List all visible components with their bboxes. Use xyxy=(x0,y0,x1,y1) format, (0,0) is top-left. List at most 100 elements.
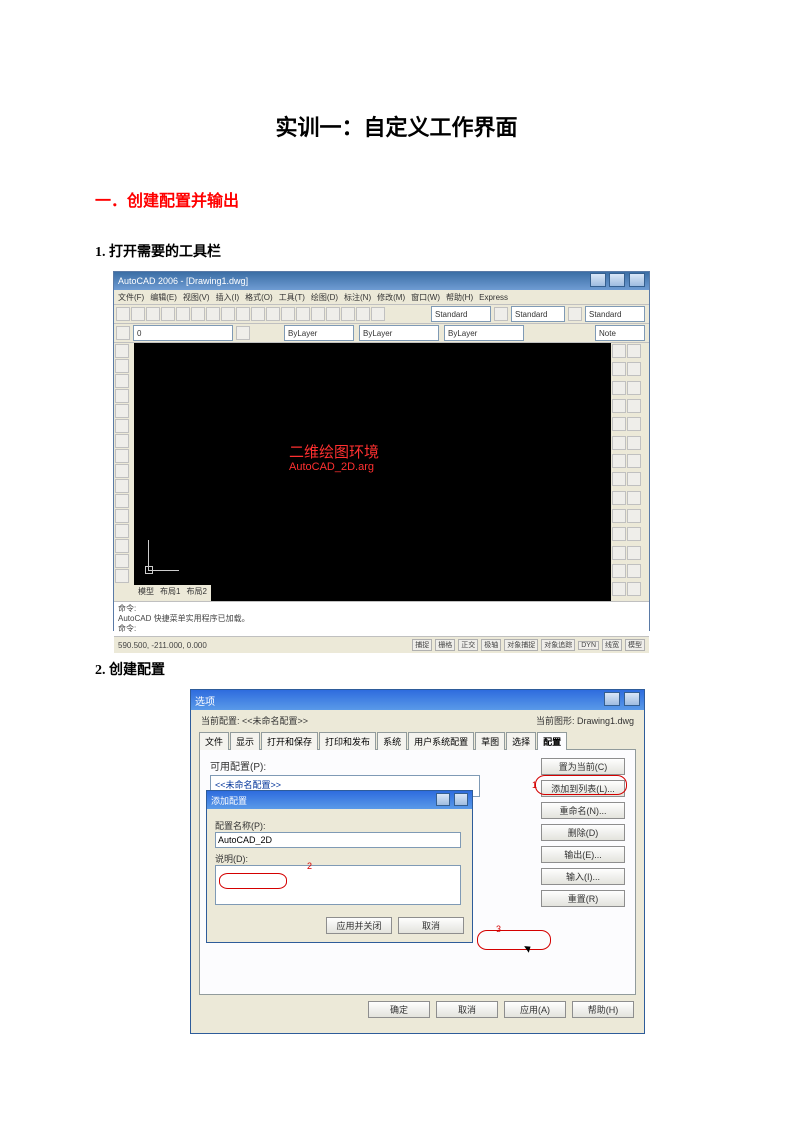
spline-icon[interactable] xyxy=(115,464,129,478)
erase-icon[interactable] xyxy=(612,344,626,358)
tool-icon[interactable] xyxy=(568,307,582,321)
tab-opensave[interactable]: 打开和保存 xyxy=(261,732,318,750)
menu-item[interactable]: 格式(O) xyxy=(245,292,273,303)
pline-icon[interactable] xyxy=(115,374,129,388)
dim-icon[interactable] xyxy=(612,582,626,596)
lwt-toggle[interactable]: 线宽 xyxy=(602,639,622,651)
tab-selection[interactable]: 选择 xyxy=(506,732,536,750)
menu-item[interactable]: 视图(V) xyxy=(183,292,210,303)
dim-icon[interactable] xyxy=(612,527,626,541)
tool-icon[interactable] xyxy=(341,307,355,321)
join-icon[interactable] xyxy=(612,454,626,468)
tool-icon[interactable] xyxy=(146,307,160,321)
tool-icon[interactable] xyxy=(116,326,130,340)
tab-files[interactable]: 文件 xyxy=(199,732,229,750)
tab-print[interactable]: 打印和发布 xyxy=(319,732,376,750)
set-current-button[interactable]: 置为当前(C) xyxy=(541,758,625,775)
tab-drafting[interactable]: 草图 xyxy=(475,732,505,750)
tool-icon[interactable] xyxy=(311,307,325,321)
offset-icon[interactable] xyxy=(627,362,641,376)
trim-icon[interactable] xyxy=(627,417,641,431)
tool-icon[interactable] xyxy=(116,307,130,321)
explode-icon[interactable] xyxy=(627,472,641,486)
tool-icon[interactable] xyxy=(326,307,340,321)
reset-button[interactable]: 重置(R) xyxy=(541,890,625,907)
tool-icon[interactable] xyxy=(281,307,295,321)
polygon-icon[interactable] xyxy=(115,389,129,403)
tool-icon[interactable] xyxy=(131,307,145,321)
menu-item[interactable]: Express xyxy=(479,293,508,302)
menu-item[interactable]: 绘图(D) xyxy=(311,292,338,303)
menu-item[interactable]: 帮助(H) xyxy=(446,292,473,303)
text-icon[interactable] xyxy=(115,569,129,583)
export-button[interactable]: 输出(E)... xyxy=(541,846,625,863)
help-icon[interactable] xyxy=(604,692,620,706)
rename-button[interactable]: 重命名(N)... xyxy=(541,802,625,819)
dim-icon[interactable] xyxy=(627,582,641,596)
close-icon[interactable] xyxy=(624,692,640,706)
xline-icon[interactable] xyxy=(115,359,129,373)
break-icon[interactable] xyxy=(627,436,641,450)
window-controls[interactable] xyxy=(603,692,640,709)
modify-toolbar[interactable] xyxy=(611,343,649,601)
delete-button[interactable]: 删除(D) xyxy=(541,824,625,841)
window-controls[interactable] xyxy=(589,273,645,289)
tool-icon[interactable] xyxy=(251,307,265,321)
dim-icon[interactable] xyxy=(627,527,641,541)
arc-icon[interactable] xyxy=(115,419,129,433)
options-tabs[interactable]: 文件 显示 打开和保存 打印和发布 系统 用户系统配置 草图 选择 配置 xyxy=(199,731,636,750)
tab-model[interactable]: 模型 xyxy=(138,586,154,600)
standard-toolbar[interactable]: Standard Standard Standard xyxy=(114,305,649,324)
menu-item[interactable]: 窗口(W) xyxy=(411,292,440,303)
line-icon[interactable] xyxy=(115,344,129,358)
snap-toggle[interactable]: 捕捉 xyxy=(412,639,432,651)
dim-icon[interactable] xyxy=(612,546,626,560)
maximize-icon[interactable] xyxy=(609,273,625,287)
point-icon[interactable] xyxy=(115,524,129,538)
otrack-toggle[interactable]: 对象追踪 xyxy=(541,639,575,651)
array-icon[interactable] xyxy=(612,381,626,395)
model-toggle[interactable]: 模型 xyxy=(625,639,645,651)
move-icon[interactable] xyxy=(627,381,641,395)
layer-dropdown[interactable]: 0 xyxy=(133,325,233,341)
ortho-toggle[interactable]: 正交 xyxy=(458,639,478,651)
fillet-icon[interactable] xyxy=(612,472,626,486)
ellipse-icon[interactable] xyxy=(115,479,129,493)
help-button[interactable]: 帮助(H) xyxy=(572,1001,634,1018)
tab-profiles[interactable]: 配置 xyxy=(537,732,567,750)
cancel-button[interactable]: 取消 xyxy=(398,917,464,934)
ok-button[interactable]: 确定 xyxy=(368,1001,430,1018)
stretch-icon[interactable] xyxy=(612,417,626,431)
menu-item[interactable]: 修改(M) xyxy=(377,292,405,303)
note-dropdown[interactable]: Note xyxy=(595,325,645,341)
menu-item[interactable]: 编辑(E) xyxy=(150,292,177,303)
cancel-button[interactable]: 取消 xyxy=(436,1001,498,1018)
block-icon[interactable] xyxy=(115,509,129,523)
dim-icon[interactable] xyxy=(612,491,626,505)
tool-icon[interactable] xyxy=(236,307,250,321)
tool-icon[interactable] xyxy=(266,307,280,321)
lineweight-dropdown[interactable]: ByLayer xyxy=(444,325,524,341)
extend-icon[interactable] xyxy=(612,436,626,450)
tool-icon[interactable] xyxy=(494,307,508,321)
acad-menubar[interactable]: 文件(F) 编辑(E) 视图(V) 插入(I) 格式(O) 工具(T) 绘图(D… xyxy=(114,290,649,305)
menu-item[interactable]: 文件(F) xyxy=(118,292,144,303)
tool-icon[interactable] xyxy=(236,326,250,340)
tab-layout2[interactable]: 布局2 xyxy=(186,586,206,600)
copy-icon[interactable] xyxy=(627,344,641,358)
textstyle-dropdown[interactable]: Standard xyxy=(431,306,491,322)
help-icon[interactable] xyxy=(436,793,450,806)
chamfer-icon[interactable] xyxy=(627,454,641,468)
tool-icon[interactable] xyxy=(191,307,205,321)
draw-toolbar[interactable] xyxy=(114,343,134,601)
insert-icon[interactable] xyxy=(115,494,129,508)
scale-icon[interactable] xyxy=(627,399,641,413)
menu-item[interactable]: 标注(N) xyxy=(344,292,371,303)
tool-icon[interactable] xyxy=(206,307,220,321)
color-dropdown[interactable]: ByLayer xyxy=(284,325,354,341)
mirror-icon[interactable] xyxy=(612,362,626,376)
layout-tabs[interactable]: 模型 布局1 布局2 xyxy=(134,585,211,601)
dim-icon[interactable] xyxy=(627,509,641,523)
tool-icon[interactable] xyxy=(221,307,235,321)
minimize-icon[interactable] xyxy=(590,273,606,287)
